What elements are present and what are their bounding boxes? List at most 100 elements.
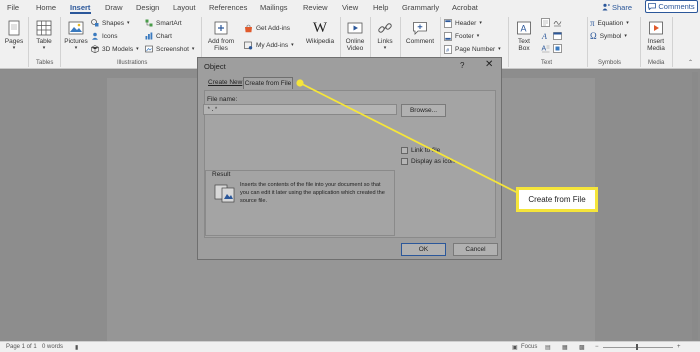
link-to-file-checkbox[interactable] xyxy=(401,147,408,154)
wikipedia-button[interactable]: W Wikipedia xyxy=(304,20,336,45)
result-description: Inserts the contents of the file into yo… xyxy=(240,182,385,205)
link-to-file-label: Link to file xyxy=(411,147,441,154)
page-number-button[interactable]: # Page Number ▾ xyxy=(444,44,501,54)
table-icon xyxy=(36,20,52,36)
header-button[interactable]: Header ▾ xyxy=(444,18,482,28)
ok-button[interactable]: OK xyxy=(401,243,446,256)
footer-icon xyxy=(444,31,452,41)
tab-view[interactable]: View xyxy=(342,3,358,12)
date-time-icon[interactable] xyxy=(553,31,562,40)
symbol-button[interactable]: Ω Symbol ▾ xyxy=(590,31,627,41)
tab-draw[interactable]: Draw xyxy=(105,3,123,12)
signature-line-icon[interactable] xyxy=(553,18,562,27)
tab-layout[interactable]: Layout xyxy=(173,3,196,12)
wordart-icon[interactable]: A xyxy=(541,31,550,40)
equation-label: Equation xyxy=(597,19,624,27)
chevron-down-icon: ▾ xyxy=(136,46,139,52)
chart-button[interactable]: Chart xyxy=(145,31,172,41)
insert-media-label: Insert Media xyxy=(647,38,665,52)
focus-label[interactable]: Focus xyxy=(521,344,537,350)
focus-icon[interactable]: ▣ xyxy=(512,344,518,351)
equation-button[interactable]: π Equation ▾ xyxy=(590,18,629,28)
tab-help[interactable]: Help xyxy=(373,3,388,12)
pictures-label: Pictures xyxy=(64,38,88,45)
tab-home[interactable]: Home xyxy=(36,3,56,12)
pi-icon: π xyxy=(590,18,595,28)
display-as-icon-checkbox[interactable] xyxy=(401,158,408,165)
pictures-button[interactable]: Pictures ▾ xyxy=(63,20,89,52)
cancel-button[interactable]: Cancel xyxy=(453,243,498,256)
3d-models-button[interactable]: 3D Models ▾ xyxy=(91,44,139,54)
page-count[interactable]: Page 1 of 1 xyxy=(6,344,37,350)
shapes-button[interactable]: Shapes ▾ xyxy=(91,18,130,28)
close-icon[interactable]: ✕ xyxy=(485,59,493,70)
file-name-input[interactable]: *.* xyxy=(203,104,397,115)
web-layout-icon[interactable]: ▩ xyxy=(579,344,585,351)
help-icon[interactable]: ? xyxy=(460,61,464,70)
my-addins-label: My Add-ins xyxy=(256,41,289,49)
smartart-button[interactable]: SmartArt xyxy=(145,18,182,28)
browse-button[interactable]: Browse... xyxy=(401,104,446,117)
separator xyxy=(587,17,588,67)
my-addins-button[interactable]: My Add-ins ▾ xyxy=(244,40,294,50)
vertical-scrollbar[interactable] xyxy=(692,72,698,340)
links-button[interactable]: Links ▾ xyxy=(373,20,397,52)
callout-label: Create from File xyxy=(528,195,586,204)
tab-grammarly[interactable]: Grammarly xyxy=(402,3,439,12)
zoom-slider-thumb[interactable] xyxy=(636,344,638,350)
tab-create-new[interactable]: Create New xyxy=(208,79,242,86)
chevron-down-icon: ▾ xyxy=(74,45,78,51)
zoom-out-icon[interactable]: − xyxy=(595,344,599,350)
omega-icon: Ω xyxy=(590,31,597,41)
status-bar: Page 1 of 1 0 words ▮ ▣ Focus ▤ ▦ ▩ − + xyxy=(0,341,700,352)
tab-design[interactable]: Design xyxy=(136,3,159,12)
tab-file[interactable]: File xyxy=(7,3,19,12)
group-label-text: Text xyxy=(541,60,553,66)
proofing-icon[interactable]: ▮ xyxy=(75,344,78,351)
group-label-symbols: Symbols xyxy=(598,60,622,66)
text-box-icon: A xyxy=(517,21,531,35)
online-video-button[interactable]: Online Video xyxy=(343,20,367,52)
icons-button[interactable]: Icons xyxy=(91,31,118,41)
tab-mailings[interactable]: Mailings xyxy=(260,3,288,12)
separator xyxy=(508,17,509,67)
insert-media-button[interactable]: Insert Media xyxy=(644,20,668,52)
chart-icon xyxy=(145,32,153,40)
tab-acrobat[interactable]: Acrobat xyxy=(452,3,478,12)
drop-cap-icon[interactable]: A xyxy=(541,44,550,53)
text-box-button[interactable]: A Text Box xyxy=(512,20,536,52)
separator xyxy=(60,17,61,67)
my-addins-icon xyxy=(244,41,253,49)
tab-review[interactable]: Review xyxy=(303,3,328,12)
group-label-tables: Tables xyxy=(36,60,54,66)
chevron-down-icon: ▾ xyxy=(291,42,294,48)
pages-icon xyxy=(8,20,20,36)
zoom-slider[interactable] xyxy=(603,347,673,348)
display-as-icon-label: Display as icon xyxy=(411,158,455,165)
tab-references[interactable]: References xyxy=(209,3,247,12)
smartart-label: SmartArt xyxy=(156,19,182,27)
separator xyxy=(640,17,641,67)
tab-insert[interactable]: Insert xyxy=(70,3,90,12)
page-number-icon: # xyxy=(444,44,452,54)
get-addins-button[interactable]: Get Add-ins xyxy=(244,23,290,33)
tab-create-from-file[interactable]: Create from File xyxy=(243,77,293,89)
collapse-ribbon-icon[interactable]: ⌃ xyxy=(688,59,693,66)
table-button[interactable]: Table ▾ xyxy=(33,20,55,52)
pages-button[interactable]: Pages ▾ xyxy=(4,20,24,52)
footer-button[interactable]: Footer ▾ xyxy=(444,31,479,41)
word-count[interactable]: 0 words xyxy=(42,344,63,350)
comments-button[interactable]: Comments xyxy=(645,0,698,13)
chevron-down-icon: ▾ xyxy=(626,20,629,26)
read-mode-icon[interactable]: ▤ xyxy=(545,344,551,351)
object-icon[interactable] xyxy=(553,44,562,53)
quick-parts-icon[interactable] xyxy=(541,18,550,27)
zoom-in-icon[interactable]: + xyxy=(677,344,681,350)
result-label: Result xyxy=(210,171,233,178)
add-from-files-button[interactable]: Add from Files xyxy=(204,20,238,52)
print-layout-icon[interactable]: ▦ xyxy=(562,344,568,351)
comment-button[interactable]: Comment xyxy=(403,20,437,45)
screenshot-button[interactable]: Screenshot ▾ xyxy=(145,44,194,54)
store-icon xyxy=(245,24,252,32)
share-button[interactable]: Share xyxy=(598,1,636,13)
